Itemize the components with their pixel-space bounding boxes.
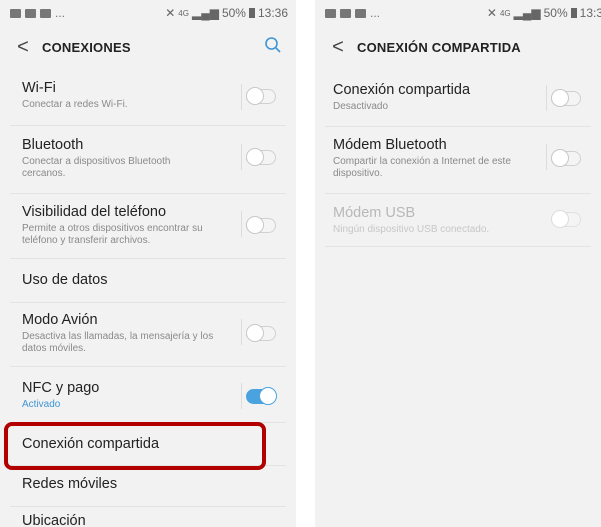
network-type-label: 4G: [499, 8, 511, 18]
highlight-annotation: [4, 422, 266, 470]
setting-subtitle: Desactiva las llamadas, la mensajería y …: [22, 331, 214, 354]
toggle-knob: [259, 387, 277, 405]
setting-title: Ubicación: [22, 513, 86, 527]
wifi-toggle[interactable]: [246, 87, 276, 105]
toggle-knob: [551, 149, 569, 167]
setting-subtitle: Permite a otros dispositivos encontrar s…: [22, 223, 203, 246]
bluetooth-toggle[interactable]: [246, 148, 276, 166]
app-bar: < CONEXIONES: [0, 26, 296, 68]
mail-notification-icon: [340, 8, 351, 18]
signal-icon: ▂▄▆: [191, 6, 219, 20]
separator: [10, 302, 286, 303]
search-icon[interactable]: [264, 36, 282, 54]
separator: [325, 193, 591, 194]
more-notifications-icon: ...: [370, 6, 381, 20]
app-notification-icon: [40, 8, 51, 18]
toggle-knob: [246, 87, 264, 105]
signal-icon: ▂▄▆: [513, 6, 541, 20]
battery-percent: 50%: [221, 6, 246, 20]
mute-icon: ✕: [165, 6, 176, 20]
setting-title: Uso de datos: [22, 272, 108, 288]
divider: [241, 144, 242, 170]
more-notifications-icon: ...: [55, 6, 66, 20]
setting-subtitle: Conectar a dispositivos Bluetooth cercan…: [22, 156, 171, 179]
phone-visibility-toggle[interactable]: [246, 216, 276, 234]
clock: 13:36: [257, 6, 288, 20]
separator: [10, 258, 286, 259]
divider: [546, 144, 547, 170]
battery-percent: 50%: [543, 6, 568, 20]
notification-icons: ...: [325, 6, 380, 20]
divider: [241, 319, 242, 345]
tethering-toggle[interactable]: [551, 89, 581, 107]
status-bar: ... ✕ 4G ▂▄▆ 50% 13:36: [0, 0, 296, 26]
toggle-knob: [551, 89, 569, 107]
setting-subtitle: Compartir la conexión a Internet de este…: [333, 156, 511, 179]
toggle-knob: [551, 210, 569, 228]
battery-icon: [248, 8, 255, 18]
clock: 13:3: [579, 6, 601, 20]
setting-location[interactable]: Ubicación: [0, 513, 296, 527]
page-title: CONEXIONES: [42, 39, 131, 55]
separator: [10, 125, 286, 126]
tethering-screen: ... ✕ 4G ▂▄▆ 50% 13:3 < CONEXIÓN COMPART…: [315, 0, 601, 527]
page-title: CONEXIÓN COMPARTIDA: [357, 39, 521, 55]
toggle-knob: [246, 324, 264, 342]
mute-icon: ✕: [486, 6, 497, 20]
setting-mobile-networks[interactable]: Redes móviles: [0, 476, 296, 493]
connections-screen: ... ✕ 4G ▂▄▆ 50% 13:36 < CONEXIONES Wi-F…: [0, 0, 296, 527]
notification-icons: ...: [10, 6, 65, 20]
separator: [10, 366, 286, 367]
airplane-mode-toggle[interactable]: [246, 324, 276, 342]
image-notification-icon: [10, 8, 21, 18]
separator: [325, 126, 591, 127]
setting-title: Redes móviles: [22, 476, 118, 492]
toggle-knob: [246, 148, 264, 166]
back-button[interactable]: <: [325, 37, 351, 57]
divider: [546, 85, 547, 111]
back-button[interactable]: <: [10, 37, 36, 57]
divider: [241, 84, 242, 110]
divider: [241, 383, 242, 409]
setting-data-usage[interactable]: Uso de datos: [0, 272, 296, 289]
app-bar: < CONEXIÓN COMPARTIDA: [315, 26, 601, 68]
separator: [10, 506, 286, 507]
network-type-label: 4G: [178, 8, 189, 18]
nfc-toggle[interactable]: [246, 387, 277, 405]
battery-icon: [570, 8, 577, 18]
usb-modem-toggle: [551, 210, 581, 228]
image-notification-icon: [325, 8, 336, 18]
mail-notification-icon: [25, 8, 36, 18]
mail-notification-icon: [355, 8, 366, 18]
bluetooth-modem-toggle[interactable]: [551, 149, 581, 167]
separator: [325, 246, 591, 247]
toggle-knob: [246, 216, 264, 234]
divider: [241, 211, 242, 237]
separator: [10, 193, 286, 194]
status-bar: ... ✕ 4G ▂▄▆ 50% 13:3: [315, 0, 601, 26]
